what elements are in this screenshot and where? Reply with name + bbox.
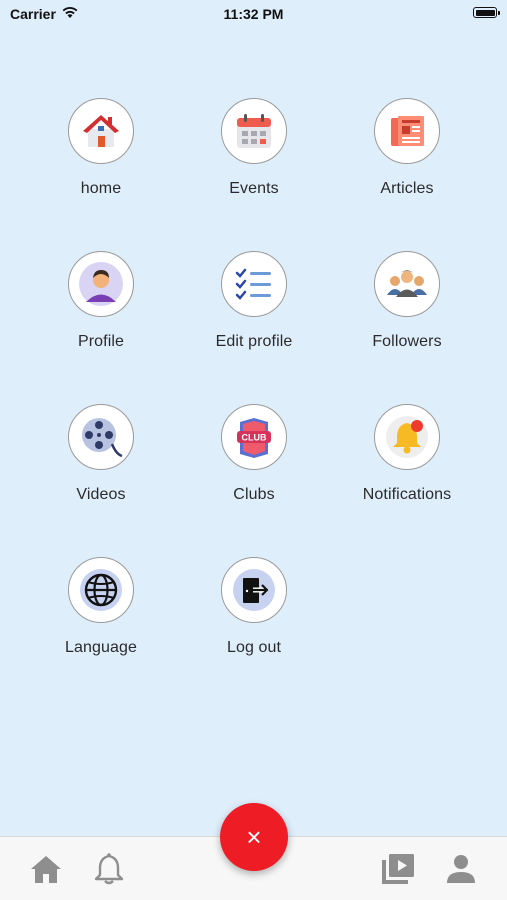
bell-icon — [94, 853, 124, 885]
video-library-icon — [382, 854, 414, 884]
club-badge-icon: CLUB — [237, 418, 271, 458]
menu-icon-circle — [68, 404, 134, 470]
menu-label: Events — [229, 180, 279, 197]
exit-door-icon — [233, 569, 275, 611]
menu-item-language[interactable]: Language — [26, 557, 176, 657]
tab-videos[interactable] — [378, 851, 418, 887]
menu-icon-circle — [68, 251, 134, 317]
menu-item-videos[interactable]: Videos — [26, 404, 176, 504]
menu-icon-circle — [221, 251, 287, 317]
tab-profile[interactable] — [441, 851, 481, 887]
menu-icon-circle — [374, 251, 440, 317]
menu-item-home[interactable]: home — [26, 98, 176, 198]
tab-notifications[interactable] — [89, 851, 129, 887]
menu-label: Followers — [372, 333, 442, 350]
person-icon — [447, 855, 475, 883]
calendar-icon — [237, 114, 271, 148]
menu-icon-circle — [374, 404, 440, 470]
menu-icon-circle: CLUB — [221, 404, 287, 470]
menu-item-notifications[interactable]: Notifications — [332, 404, 482, 504]
newspaper-icon — [391, 116, 424, 146]
home-icon — [31, 856, 61, 883]
checklist-icon — [235, 268, 271, 300]
close-menu-button[interactable]: × — [220, 803, 288, 871]
menu-item-clubs[interactable]: CLUB Clubs — [179, 404, 329, 504]
menu-icon-circle — [374, 98, 440, 164]
menu-item-events[interactable]: Events — [179, 98, 329, 198]
menu-icon-circle — [68, 557, 134, 623]
close-icon: × — [246, 821, 262, 852]
menu-label: Profile — [77, 333, 125, 350]
menu-label: home — [80, 180, 122, 197]
bell-icon — [386, 416, 428, 458]
menu-item-log-out[interactable]: Log out — [179, 557, 329, 657]
menu-icon-circle — [221, 557, 287, 623]
menu-label: Notifications — [362, 486, 452, 503]
clock: 11:32 PM — [223, 6, 284, 22]
house-icon — [83, 115, 119, 147]
menu-label: Log out — [226, 639, 282, 656]
user-avatar-icon — [79, 262, 123, 306]
menu-label: Language — [65, 639, 137, 656]
menu-icon-circle — [221, 98, 287, 164]
menu-label: Articles — [380, 180, 434, 197]
menu-label: Clubs — [233, 486, 275, 503]
battery-icon — [473, 7, 500, 18]
menu-item-articles[interactable]: Articles — [332, 98, 482, 198]
menu-item-followers[interactable]: Followers — [332, 251, 482, 351]
svg-text:CLUB: CLUB — [242, 433, 267, 443]
menu-item-profile[interactable]: Profile — [26, 251, 176, 351]
menu-item-edit-profile[interactable]: Edit profile — [179, 251, 329, 351]
menu-label: Edit profile — [215, 333, 293, 350]
film-reel-icon — [82, 418, 123, 458]
menu-icon-circle — [68, 98, 134, 164]
status-bar: Carrier 11:32 PM — [0, 0, 507, 28]
group-icon — [387, 270, 427, 297]
tab-home[interactable] — [26, 851, 66, 887]
globe-icon — [80, 569, 122, 611]
menu-label: Videos — [76, 486, 126, 503]
